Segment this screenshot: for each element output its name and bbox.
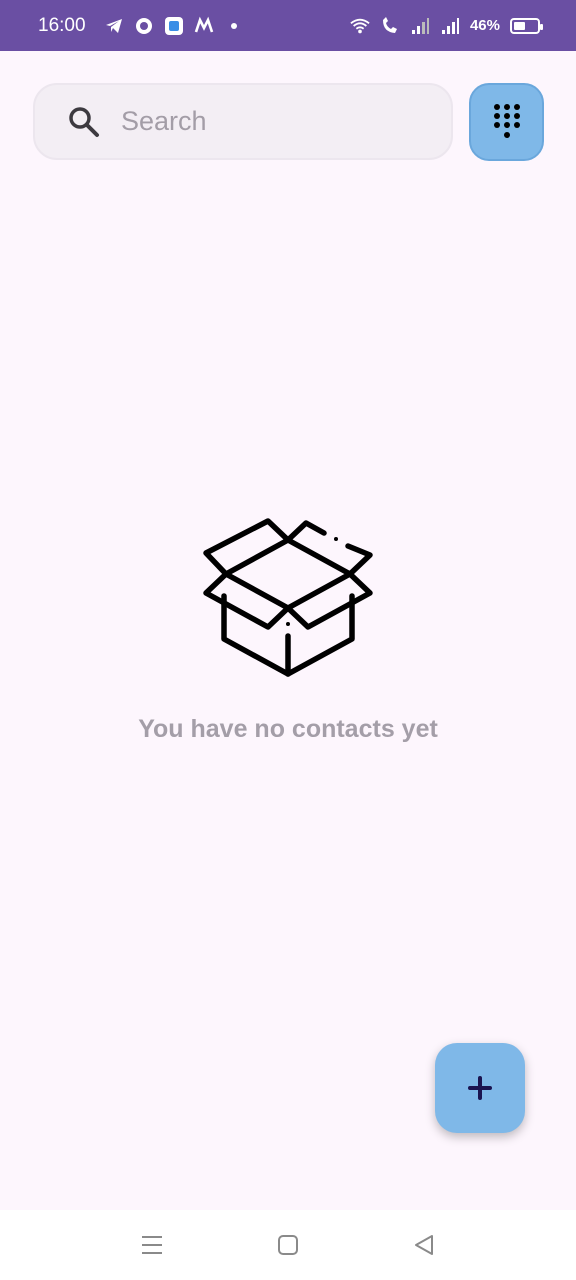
wifi-icon [350,18,370,33]
open-box-icon [203,518,373,677]
plus-icon [468,1076,492,1100]
dialpad-icon [493,104,520,138]
back-button[interactable] [411,1232,437,1258]
home-icon [278,1235,298,1255]
app-icon [135,17,152,34]
status-bar: 16:00 46% [0,0,576,51]
home-button[interactable] [275,1232,301,1258]
status-left: 16:00 [38,15,244,37]
telegram-icon [105,18,122,33]
status-right: 46% [350,16,543,36]
add-contact-button[interactable] [435,1043,525,1133]
dialpad-button[interactable] [469,83,544,161]
battery-level [514,21,525,30]
search-icon [69,106,99,137]
recents-button[interactable] [139,1232,165,1258]
m-app-icon [194,16,213,32]
dot-icon [230,22,237,29]
search-box[interactable] [33,83,453,160]
signal-icon [411,17,429,34]
empty-state: You have no contacts yet [0,515,576,744]
system-nav-bar [0,1210,576,1280]
search-input[interactable] [121,106,401,137]
battery-percent: 46% [469,17,500,34]
menu-icon [142,1236,162,1254]
empty-state-message: You have no contacts yet [138,715,438,743]
clock: 16:00 [38,14,86,36]
back-icon [415,1235,433,1255]
signal-icon [441,17,459,34]
volte-icon [382,16,397,33]
browser-icon [164,16,183,35]
battery-icon [510,17,543,34]
